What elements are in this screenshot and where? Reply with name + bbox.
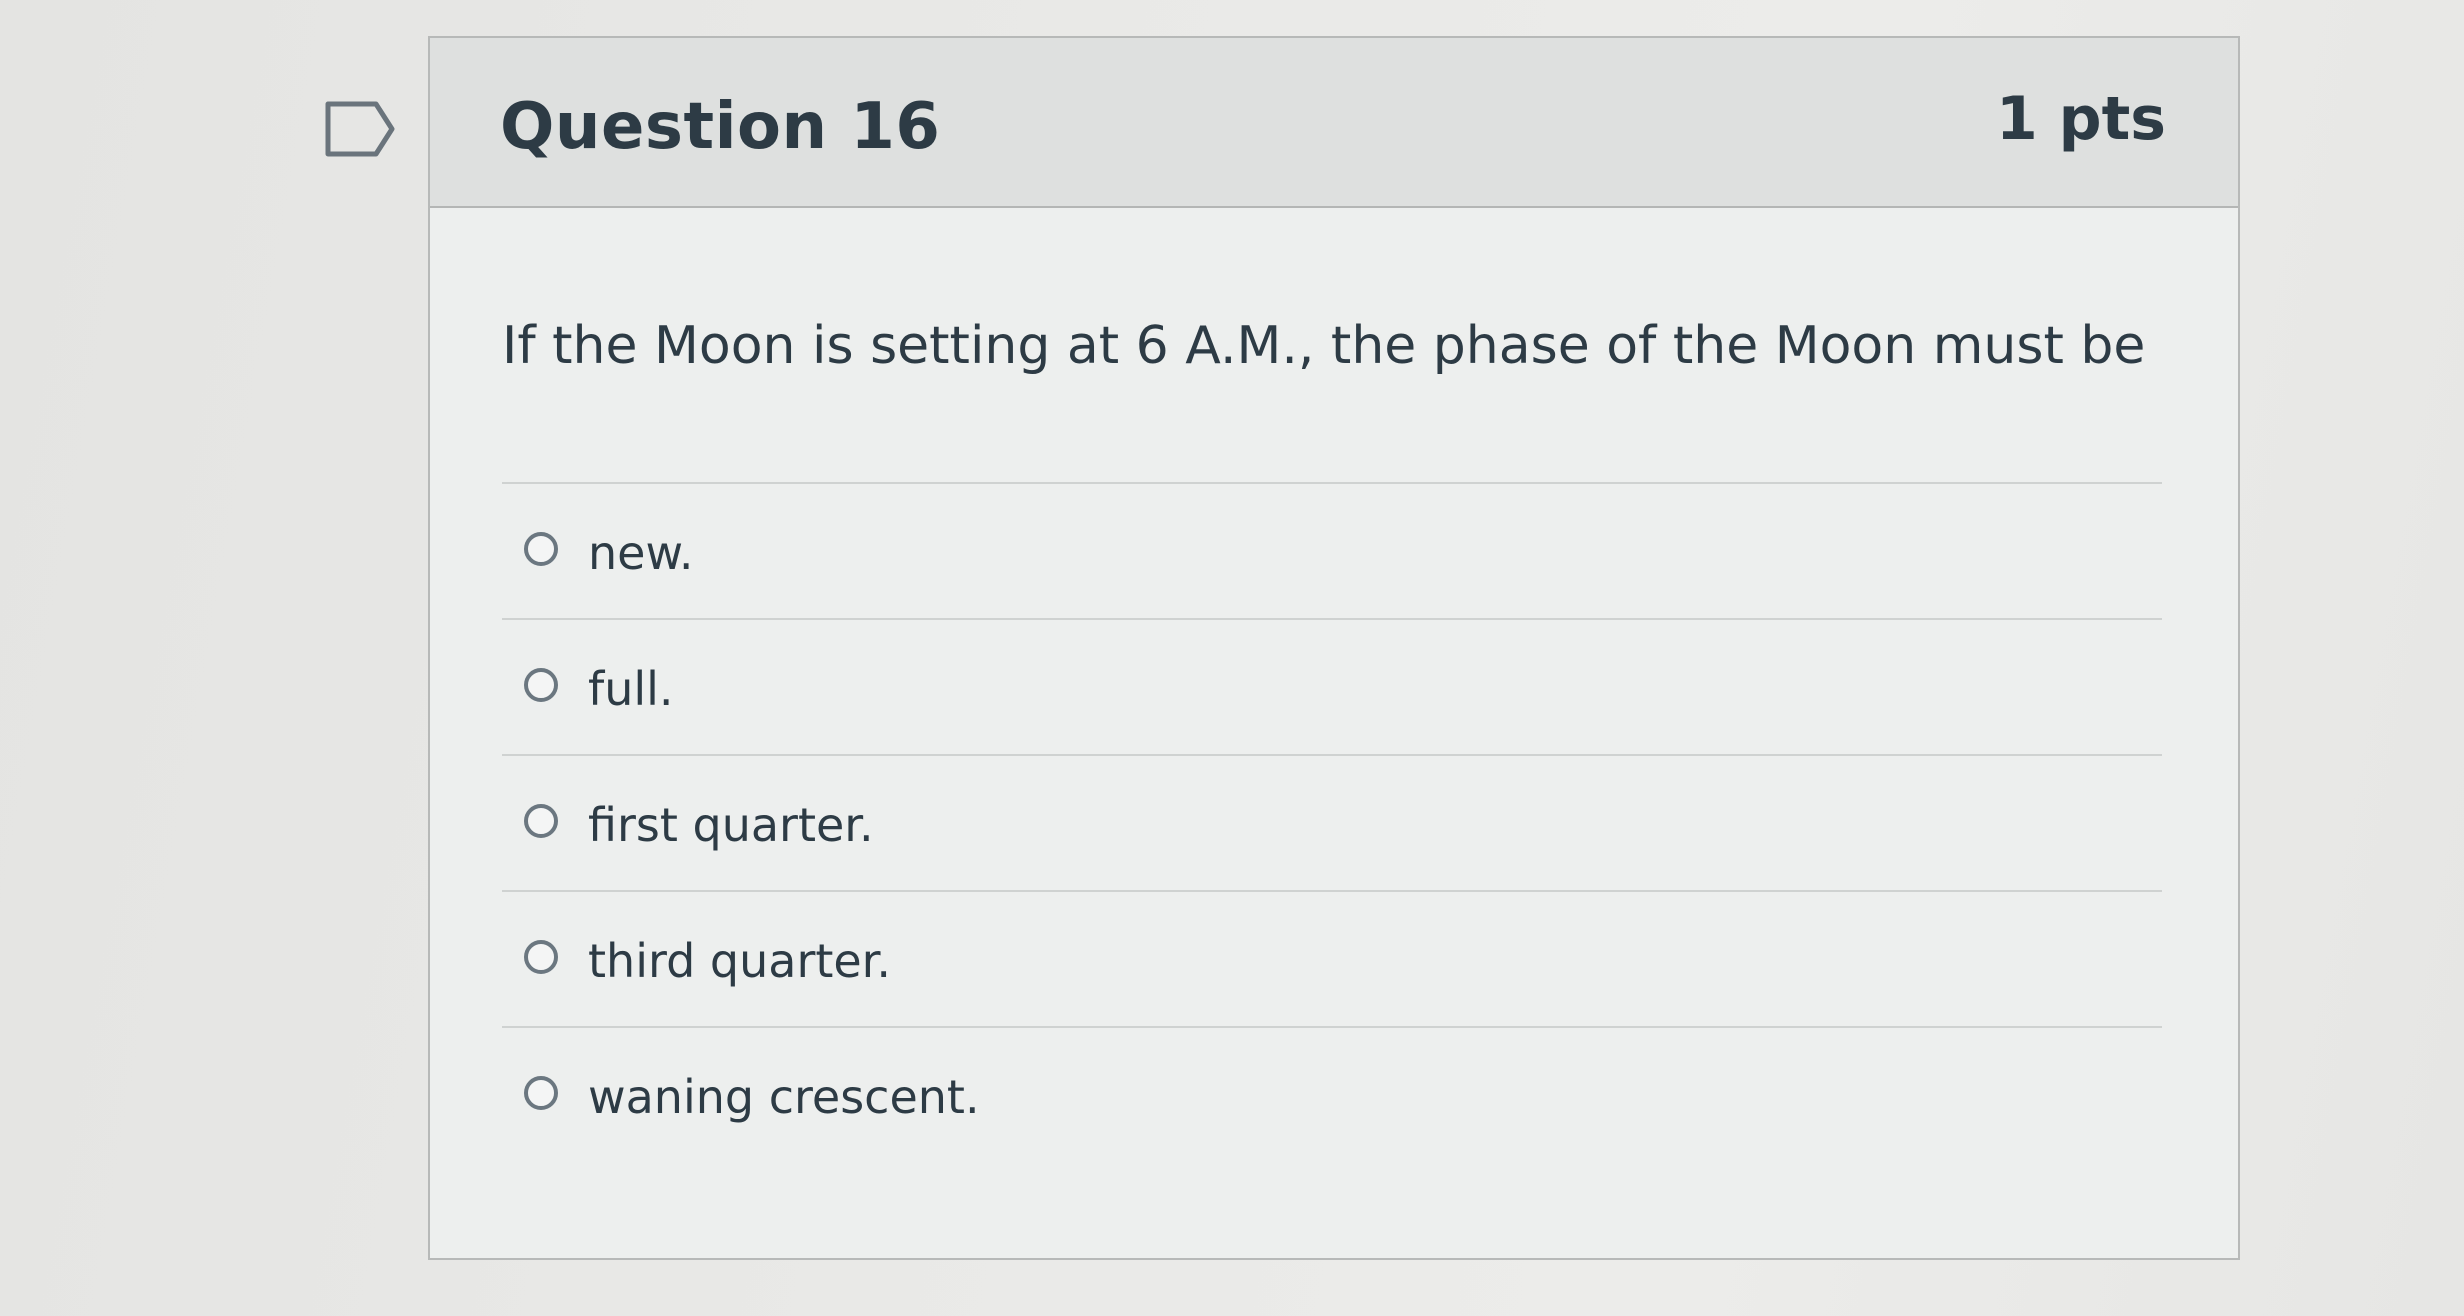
answer-option[interactable]: new. <box>502 482 2162 618</box>
answer-option[interactable]: third quarter. <box>502 890 2162 1026</box>
answer-label[interactable]: third quarter. <box>588 934 891 988</box>
answer-label[interactable]: new. <box>588 526 693 580</box>
answer-list: new. full. first quarter. third quarter.… <box>502 482 2162 1162</box>
question-title: Question 16 <box>500 90 941 164</box>
question-header: Question 16 1 pts <box>430 38 2238 208</box>
answer-option[interactable]: waning crescent. <box>502 1026 2162 1162</box>
answer-label[interactable]: full. <box>588 662 674 716</box>
answer-label[interactable]: waning crescent. <box>588 1070 980 1124</box>
answer-option[interactable]: full. <box>502 618 2162 754</box>
radio-button[interactable] <box>524 804 558 838</box>
radio-button[interactable] <box>524 940 558 974</box>
question-card: Question 16 1 pts If the Moon is setting… <box>428 36 2240 1260</box>
answer-label[interactable]: first quarter. <box>588 798 874 852</box>
radio-button[interactable] <box>524 532 558 566</box>
flag-question-icon[interactable] <box>324 100 396 158</box>
radio-button[interactable] <box>524 668 558 702</box>
answer-option[interactable]: first quarter. <box>502 754 2162 890</box>
radio-button[interactable] <box>524 1076 558 1110</box>
question-points: 1 pts <box>1996 84 2166 154</box>
question-text: If the Moon is setting at 6 A.M., the ph… <box>502 316 2146 376</box>
